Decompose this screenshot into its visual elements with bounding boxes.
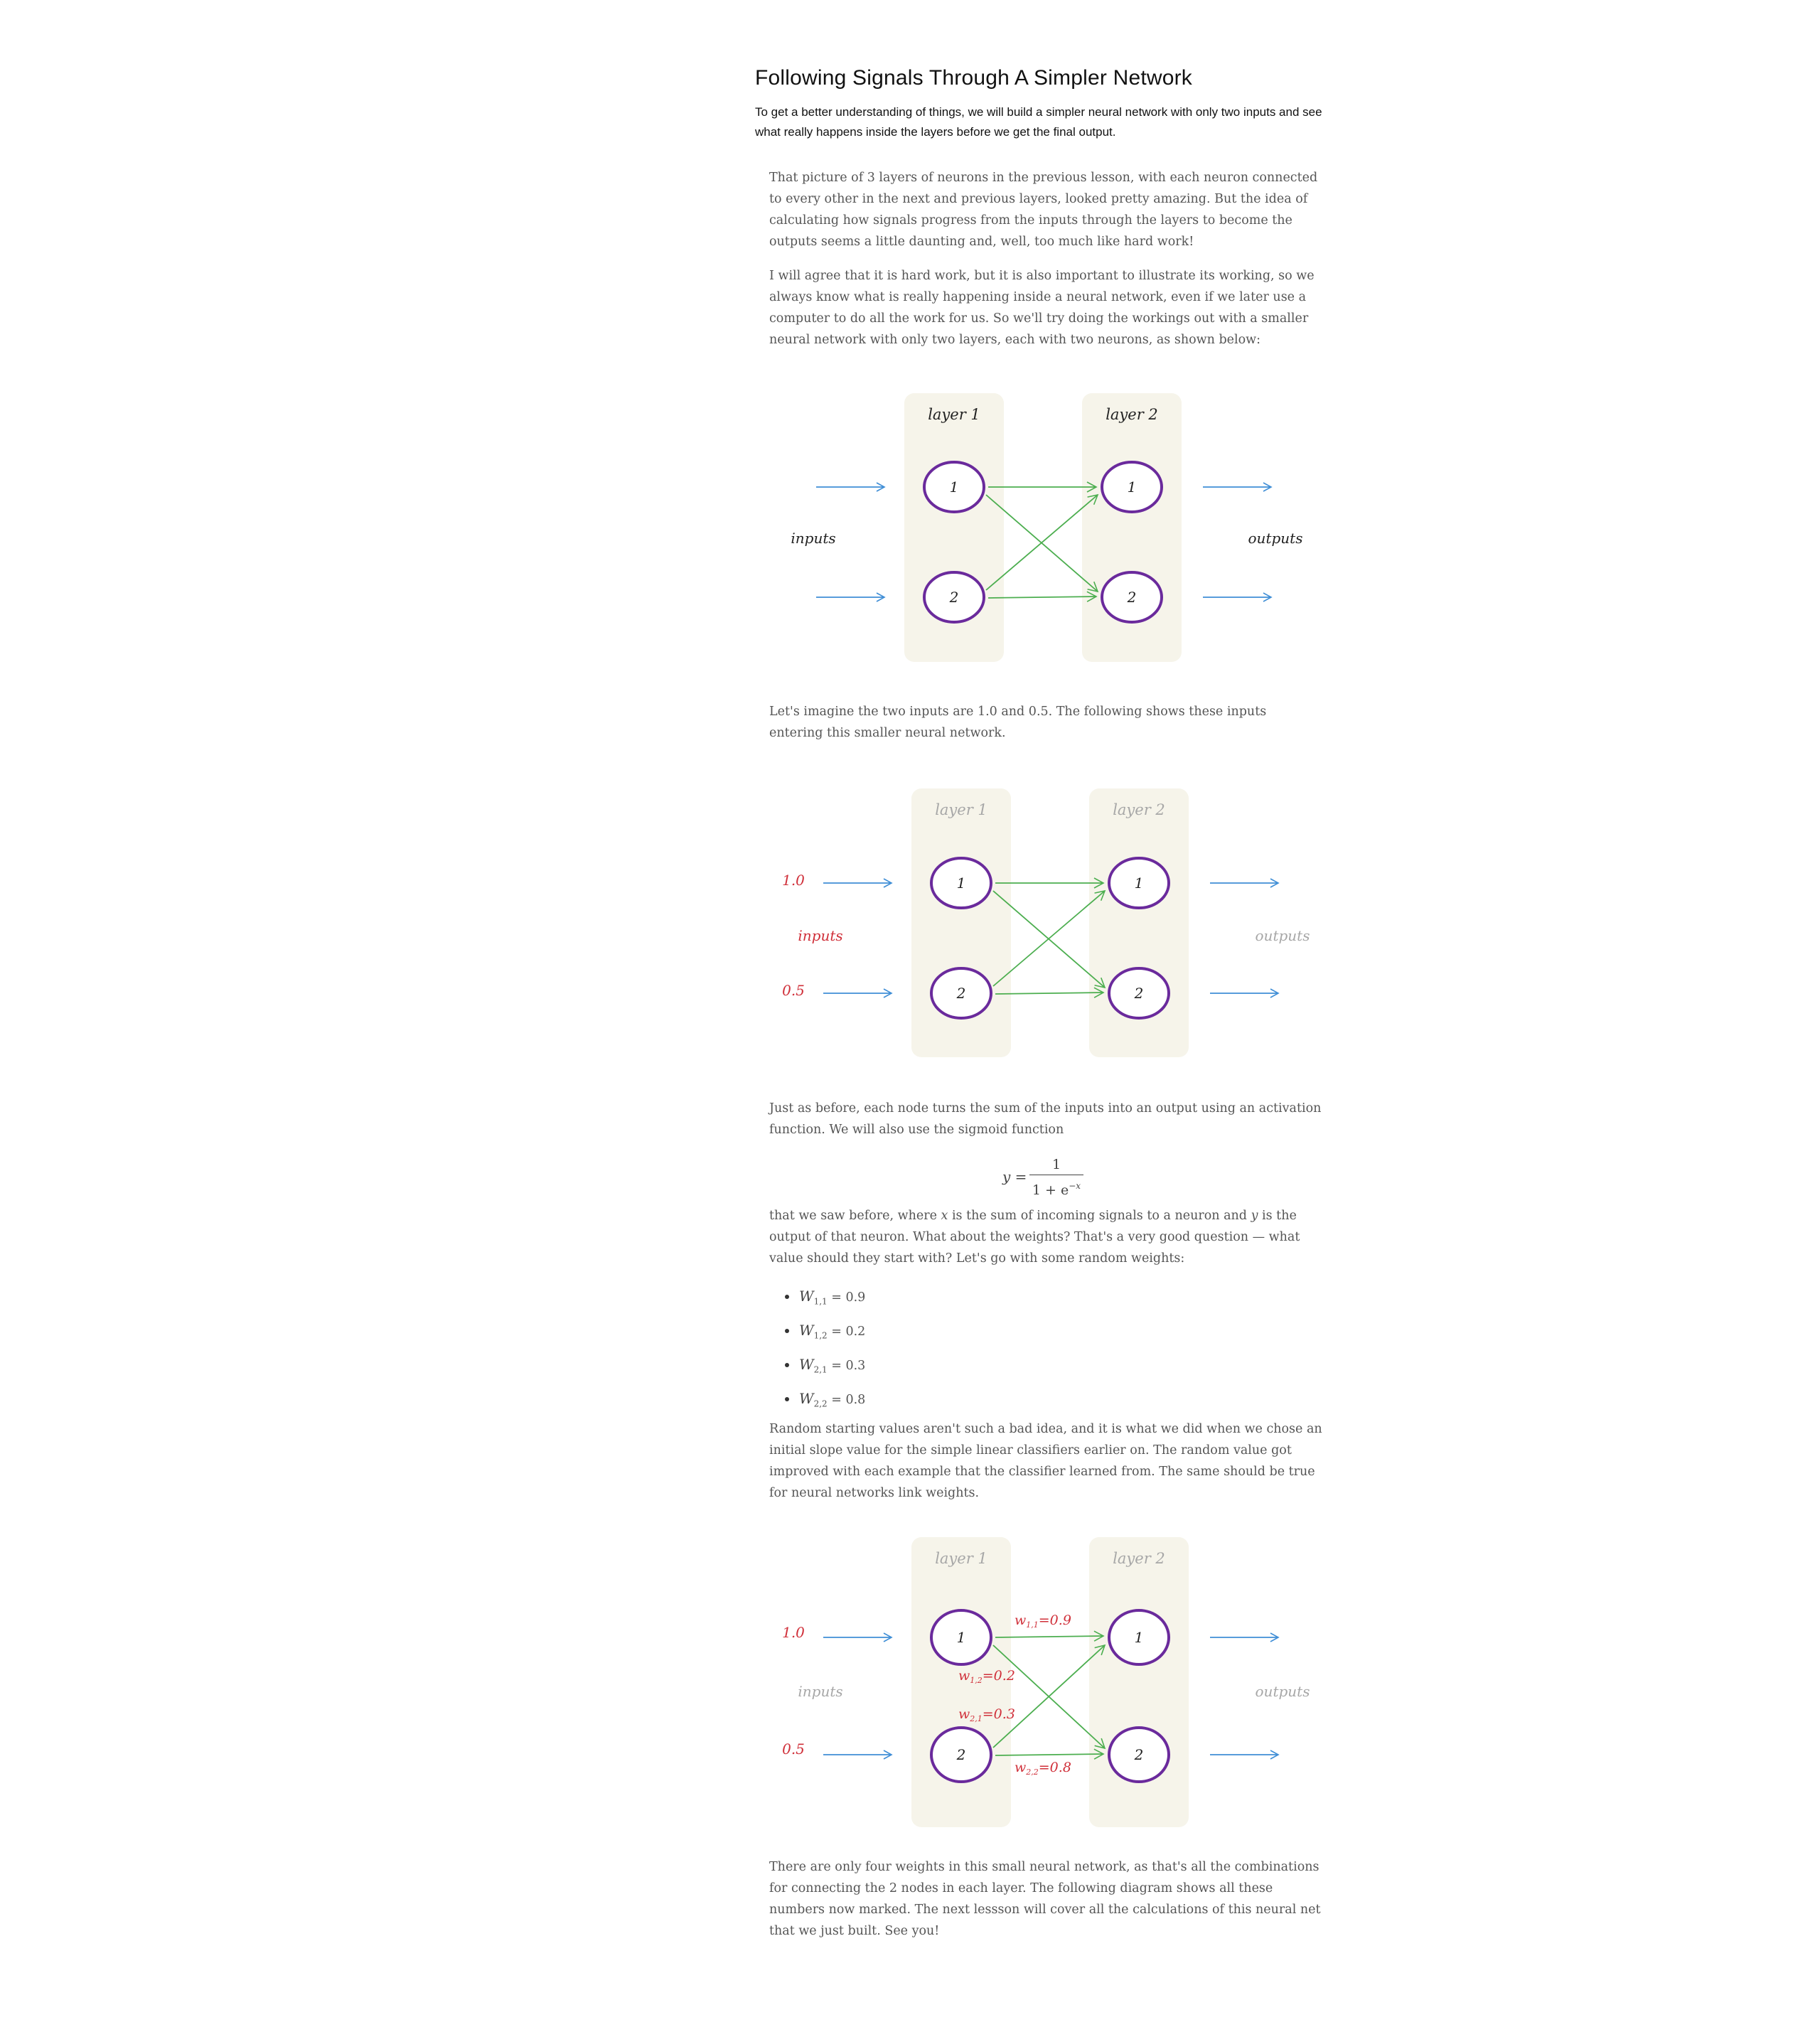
page-title: Following Signals Through A Simpler Netw… bbox=[755, 66, 1193, 90]
inputs-label: inputs bbox=[798, 927, 842, 944]
input-value-2: 0.5 bbox=[782, 1740, 805, 1758]
paragraph-random-values: Random starting values aren't such a bad… bbox=[769, 1422, 1322, 1500]
weight-label-w21: w2,1=0.3 bbox=[958, 1706, 1015, 1723]
paragraph-hard-work: I will agree that it is hard work, but i… bbox=[769, 269, 1315, 347]
layer2-label: layer 2 bbox=[1106, 406, 1158, 423]
node-l1-2-label: 2 bbox=[949, 589, 959, 606]
outputs-label: outputs bbox=[1256, 1683, 1310, 1700]
weight-symbol: W bbox=[799, 1288, 814, 1305]
input-value-1: 1.0 bbox=[782, 1624, 805, 1641]
equation-fraction: 1 1 + e−x bbox=[1029, 1155, 1083, 1200]
weight-value: = 0.2 bbox=[827, 1325, 866, 1339]
paragraph-conclusion: There are only four weights in this smal… bbox=[769, 1860, 1321, 1938]
input-value-1: 1.0 bbox=[782, 872, 805, 889]
weights-list: W1,1 = 0.9 W1,2 = 0.2 W2,1 = 0.3 W2,2 = … bbox=[783, 1285, 1310, 1422]
paragraph-intro: That picture of 3 layers of neurons in t… bbox=[769, 171, 1318, 249]
p5-var-x: x bbox=[941, 1209, 948, 1223]
layer2-panel bbox=[1089, 1537, 1189, 1827]
layer1-label: layer 1 bbox=[935, 801, 987, 818]
weight-symbol: W bbox=[799, 1390, 814, 1407]
weight-symbol: W bbox=[799, 1322, 814, 1339]
list-item: W1,2 = 0.2 bbox=[783, 1320, 1310, 1354]
list-item: W1,1 = 0.9 bbox=[783, 1285, 1310, 1320]
node-l2-2-label: 2 bbox=[1134, 1746, 1144, 1763]
node-l2-1-label: 1 bbox=[1135, 875, 1144, 892]
input-value-2: 0.5 bbox=[782, 982, 805, 999]
node-l2-2-label: 2 bbox=[1127, 589, 1137, 606]
list-item: W2,2 = 0.8 bbox=[783, 1388, 1310, 1422]
weight-subscript: 2,2 bbox=[813, 1398, 828, 1409]
node-l1-1-label: 1 bbox=[957, 875, 966, 892]
p5-text-a: that we saw before, where bbox=[769, 1209, 941, 1223]
weight-value: = 0.8 bbox=[827, 1393, 866, 1407]
page-subtitle: To get a better understanding of things,… bbox=[755, 105, 1322, 139]
node-l2-2-label: 2 bbox=[1134, 985, 1144, 1002]
paragraph-activation: Just as before, each node turns the sum … bbox=[769, 1101, 1322, 1137]
inputs-label: inputs bbox=[798, 1683, 842, 1700]
equation-numerator: 1 bbox=[1051, 1157, 1061, 1172]
p5-text-b: is the sum of incoming signals to a neur… bbox=[948, 1209, 1251, 1223]
equation-denominator: 1 + e−x bbox=[1029, 1176, 1083, 1200]
layer2-label: layer 2 bbox=[1113, 801, 1165, 818]
weight-label-w12: w1,2=0.2 bbox=[958, 1668, 1015, 1685]
outputs-label: outputs bbox=[1248, 530, 1303, 547]
weight-label-w11: w1,1=0.9 bbox=[1015, 1612, 1071, 1630]
sigmoid-equation: y = 1 1 + e−x bbox=[990, 1155, 1096, 1205]
layer2-label: layer 2 bbox=[1113, 1550, 1165, 1567]
node-l2-1-label: 1 bbox=[1135, 1629, 1144, 1646]
weight-label-w22: w2,2=0.8 bbox=[1015, 1760, 1071, 1777]
p5-var-y: y bbox=[1251, 1209, 1258, 1223]
link-1-1 bbox=[995, 1630, 1105, 1642]
layer1-label: layer 1 bbox=[935, 1550, 987, 1567]
node-l1-2-label: 2 bbox=[956, 985, 966, 1002]
outputs-label: outputs bbox=[1256, 927, 1310, 944]
paragraph-weights-question: that we saw before, where x is the sum o… bbox=[769, 1205, 1324, 1269]
network-diagram-inputs: layer 1 layer 2 1 2 1 2 1.0 0.5 inputs o… bbox=[769, 785, 1324, 1062]
weight-subscript: 1,2 bbox=[813, 1330, 828, 1341]
weight-value: = 0.3 bbox=[827, 1359, 866, 1373]
node-l1-1-label: 1 bbox=[950, 478, 959, 496]
link-2-2 bbox=[987, 591, 1098, 602]
weight-subscript: 1,1 bbox=[813, 1296, 828, 1307]
weight-value: = 0.9 bbox=[827, 1290, 866, 1305]
inputs-label: inputs bbox=[791, 530, 835, 547]
weight-symbol: W bbox=[799, 1356, 814, 1373]
node-l1-2-label: 2 bbox=[956, 1746, 966, 1763]
layer1-label: layer 1 bbox=[928, 406, 980, 423]
node-l2-1-label: 1 bbox=[1128, 478, 1137, 496]
network-diagram-basic: layer 1 layer 2 1 2 1 2 inputs outputs bbox=[769, 390, 1324, 667]
link-2-2 bbox=[995, 987, 1105, 998]
network-diagram-weights: layer 1 layer 2 1 2 1 2 1.0 0.5 inputs o… bbox=[769, 1534, 1324, 1832]
node-l1-1-label: 1 bbox=[957, 1629, 966, 1646]
link-2-2 bbox=[995, 1748, 1105, 1760]
list-item: W2,1 = 0.3 bbox=[783, 1354, 1310, 1388]
denominator-exponent: −x bbox=[1069, 1181, 1081, 1191]
denominator-base: 1 + e bbox=[1032, 1182, 1069, 1198]
weight-subscript: 2,1 bbox=[813, 1364, 828, 1375]
paragraph-inputs: Let's imagine the two inputs are 1.0 and… bbox=[769, 705, 1267, 740]
equation-lhs: y = bbox=[1002, 1168, 1027, 1185]
